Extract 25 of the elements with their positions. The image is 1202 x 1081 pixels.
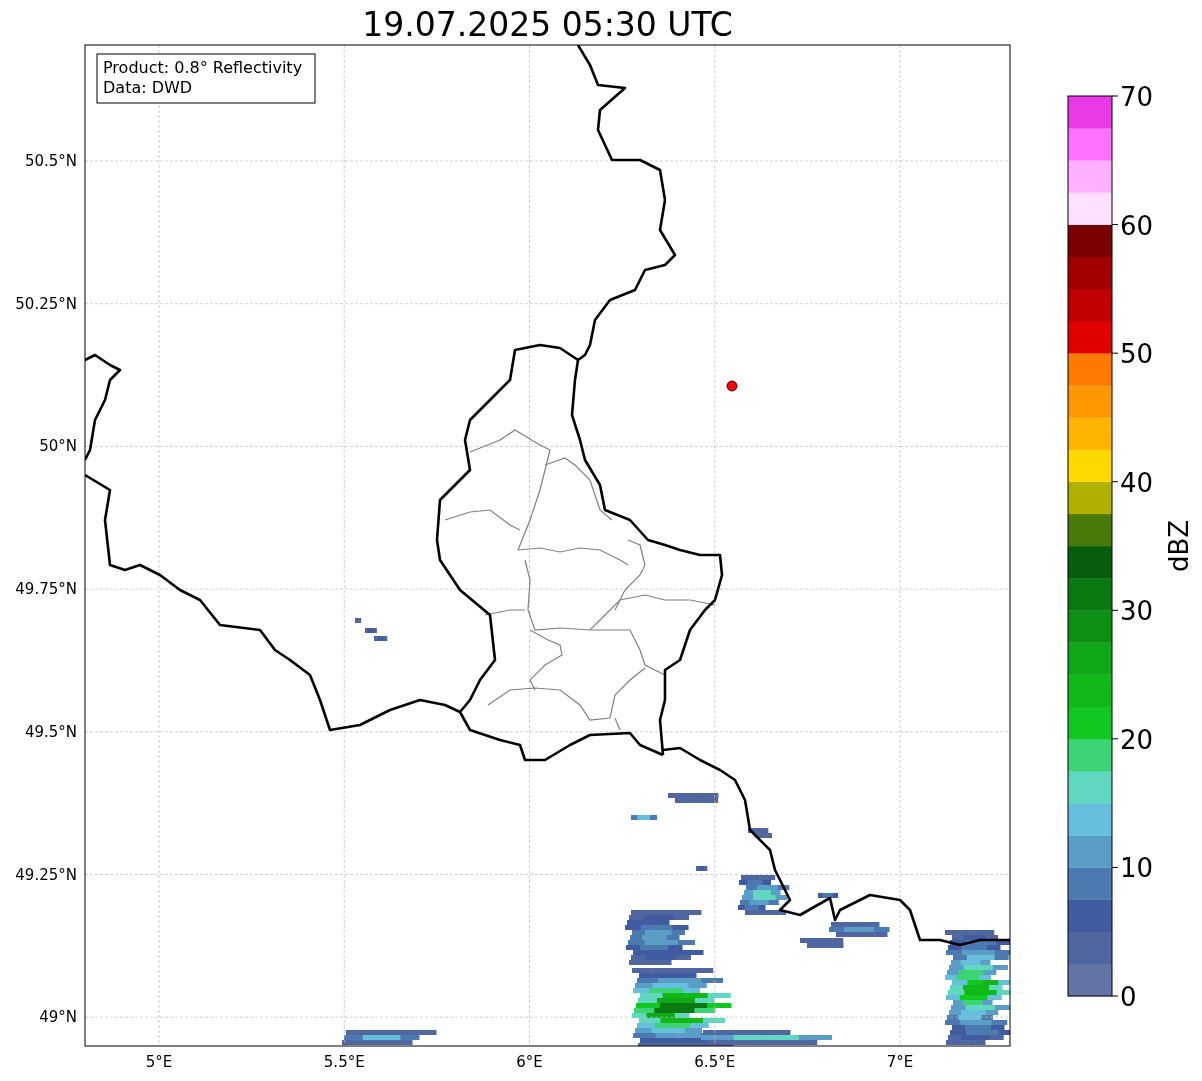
latitude-label: 49.25°N xyxy=(15,865,77,884)
latitude-label: 49.5°N xyxy=(24,722,77,741)
info-text: Product: 0.8° Reflectivity xyxy=(103,58,303,77)
location-marker xyxy=(726,380,738,392)
colorbar-tick-label: 50 xyxy=(1120,339,1154,370)
latitude-label: 50.5°N xyxy=(24,152,77,170)
colorbar-label: dBZ xyxy=(1164,519,1194,573)
latitude-label: 49.75°N xyxy=(15,580,77,599)
info-text: Data: DWD xyxy=(103,78,193,97)
longitude-label: 6°E xyxy=(516,1053,543,1071)
longitude-label: 6.5°E xyxy=(694,1053,736,1071)
latitude-label: 50°N xyxy=(39,437,77,456)
colorbar-tick-label: 30 xyxy=(1120,596,1154,627)
latitude-label: 50.25°N xyxy=(15,294,77,313)
longitude-label: 5.5°E xyxy=(323,1053,365,1071)
map-title: 19.07.2025 05:30 UTC xyxy=(362,5,733,44)
longitude-label: 7°E xyxy=(886,1053,914,1071)
colorbar-tick-label: 20 xyxy=(1120,724,1154,755)
colorbar-tick-label: 60 xyxy=(1120,210,1154,241)
colorbar-tick-label: 10 xyxy=(1120,853,1154,884)
longitude-label: 5°E xyxy=(145,1053,173,1071)
colorbar-tick-label: 40 xyxy=(1120,467,1154,498)
colorbar-tick-label: 0 xyxy=(1120,982,1137,1012)
latitude-label: 49°N xyxy=(39,1008,77,1027)
colorbar-tick-label: 70 xyxy=(1120,82,1154,112)
